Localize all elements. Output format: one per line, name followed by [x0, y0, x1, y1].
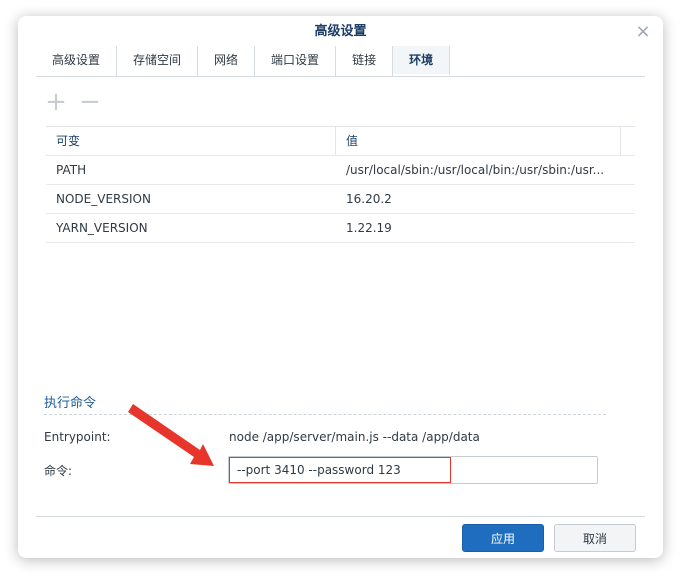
annotation-arrow-icon [128, 404, 214, 466]
